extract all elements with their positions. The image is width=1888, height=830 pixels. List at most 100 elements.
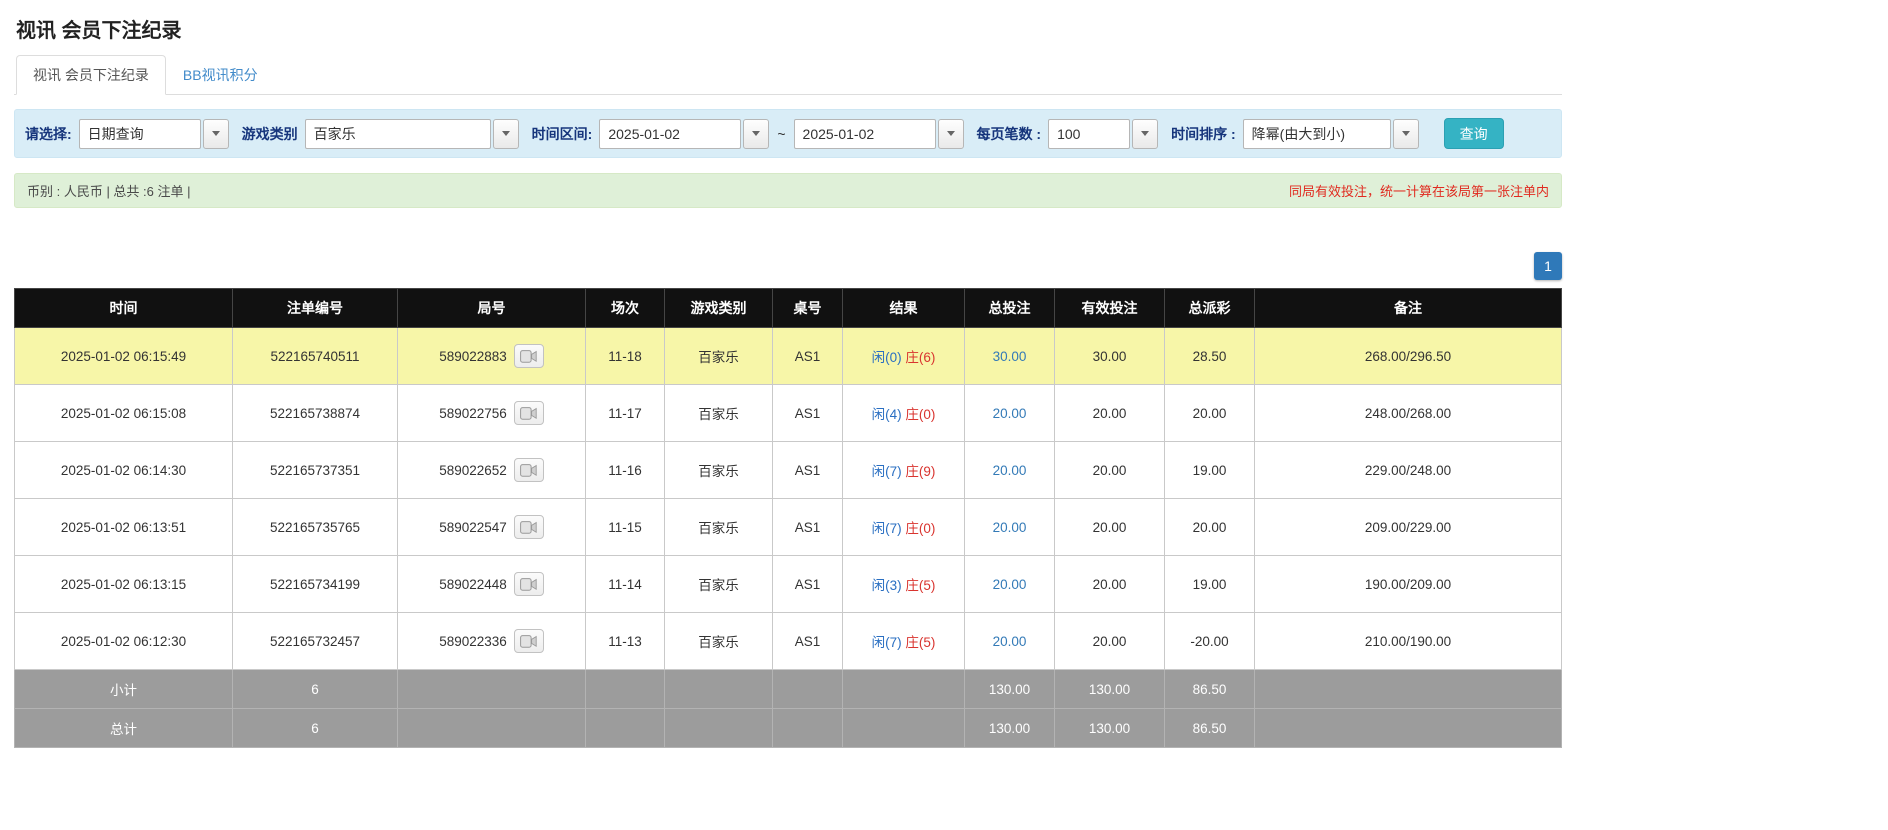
query-type-combobox	[79, 119, 229, 149]
round-replay-button[interactable]	[514, 572, 544, 596]
cell-session: 11-15	[586, 499, 665, 556]
cell-note: 209.00/229.00	[1255, 499, 1562, 556]
cell-session: 11-16	[586, 442, 665, 499]
round-id: 589022547	[439, 520, 507, 535]
cell-result: 闲(7) 庄(9)	[843, 442, 965, 499]
total-cell: 130.00	[965, 709, 1055, 748]
total-cell	[843, 709, 965, 748]
result-banker: 庄(0)	[905, 407, 935, 422]
cell-round: 589022756	[398, 385, 586, 442]
cell-table-id: AS1	[773, 499, 843, 556]
cell-round: 589022652	[398, 442, 586, 499]
page-size-combobox	[1048, 119, 1158, 149]
round-replay-button[interactable]	[514, 458, 544, 482]
total-bet-link[interactable]: 20.00	[993, 634, 1027, 649]
total-cell	[665, 709, 773, 748]
sort-order-dropdown-button[interactable]	[1393, 119, 1419, 149]
round-replay-button[interactable]	[514, 401, 544, 425]
records-table: 时间注单编号局号场次游戏类别桌号结果总投注有效投注总派彩备注 2025-01-0…	[14, 288, 1562, 748]
cell-round: 589022448	[398, 556, 586, 613]
cell-valid-bet: 20.00	[1055, 556, 1165, 613]
page-size-input[interactable]	[1048, 119, 1130, 149]
cell-round: 589022547	[398, 499, 586, 556]
column-header: 桌号	[773, 289, 843, 328]
round-replay-button[interactable]	[514, 344, 544, 368]
column-header: 场次	[586, 289, 665, 328]
column-header: 总投注	[965, 289, 1055, 328]
page-size-group: 每页笔数 :	[977, 119, 1159, 149]
round-replay-button[interactable]	[514, 515, 544, 539]
cell-note: 210.00/190.00	[1255, 613, 1562, 670]
result-player: 闲(0)	[872, 350, 902, 365]
cell-game-type: 百家乐	[665, 613, 773, 670]
tab-bb-points[interactable]: BB视讯积分	[166, 55, 275, 95]
result-banker: 庄(5)	[905, 635, 935, 650]
result-player: 闲(3)	[872, 578, 902, 593]
cell-game-type: 百家乐	[665, 556, 773, 613]
filter-bar: 请选择: 游戏类别 时间区间: ~	[14, 109, 1562, 158]
chevron-down-icon	[752, 131, 760, 136]
game-type-dropdown-button[interactable]	[493, 119, 519, 149]
pagination-page-button[interactable]: 1	[1534, 252, 1562, 280]
cell-payout: 20.00	[1165, 499, 1255, 556]
cell-total-bet: 20.00	[965, 556, 1055, 613]
subtotal-cell: 86.50	[1165, 670, 1255, 709]
sort-order-input[interactable]	[1243, 119, 1391, 149]
subtotal-cell	[665, 670, 773, 709]
game-type-label: 游戏类别	[242, 124, 298, 144]
video-icon	[520, 521, 537, 534]
search-button[interactable]: 查询	[1444, 118, 1504, 149]
cell-table-id: AS1	[773, 442, 843, 499]
date-to-dropdown-button[interactable]	[938, 119, 964, 149]
game-type-input[interactable]	[305, 119, 491, 149]
cell-round: 589022883	[398, 328, 586, 385]
cell-session: 11-13	[586, 613, 665, 670]
video-icon	[520, 350, 537, 363]
date-from-dropdown-button[interactable]	[743, 119, 769, 149]
query-type-input[interactable]	[79, 119, 201, 149]
column-header: 局号	[398, 289, 586, 328]
summary-note: 同局有效投注，统一计算在该局第一张注单内	[1289, 181, 1549, 200]
chevron-down-icon	[1141, 131, 1149, 136]
round-id: 589022652	[439, 463, 507, 478]
column-header: 有效投注	[1055, 289, 1165, 328]
tab-betting-records[interactable]: 视讯 会员下注纪录	[16, 55, 166, 95]
cell-valid-bet: 20.00	[1055, 499, 1165, 556]
total-bet-link[interactable]: 20.00	[993, 577, 1027, 592]
cell-bet-id: 522165738874	[233, 385, 398, 442]
cell-game-type: 百家乐	[665, 328, 773, 385]
cell-bet-id: 522165740511	[233, 328, 398, 385]
total-bet-link[interactable]: 20.00	[993, 406, 1027, 421]
cell-time: 2025-01-02 06:13:15	[15, 556, 233, 613]
cell-game-type: 百家乐	[665, 442, 773, 499]
pagination: 1	[1534, 252, 1562, 280]
date-to-input[interactable]	[794, 119, 936, 149]
result-banker: 庄(9)	[905, 464, 935, 479]
table-row: 2025-01-02 06:12:30522165732457589022336…	[15, 613, 1562, 670]
page-size-dropdown-button[interactable]	[1132, 119, 1158, 149]
cell-session: 11-14	[586, 556, 665, 613]
cell-note: 190.00/209.00	[1255, 556, 1562, 613]
table-row: 2025-01-02 06:15:49522165740511589022883…	[15, 328, 1562, 385]
round-id: 589022448	[439, 577, 507, 592]
cell-table-id: AS1	[773, 328, 843, 385]
cell-result: 闲(7) 庄(0)	[843, 499, 965, 556]
total-bet-link[interactable]: 30.00	[993, 349, 1027, 364]
query-type-dropdown-button[interactable]	[203, 119, 229, 149]
total-cell: 86.50	[1165, 709, 1255, 748]
cell-valid-bet: 20.00	[1055, 442, 1165, 499]
cell-valid-bet: 30.00	[1055, 328, 1165, 385]
total-cell	[398, 709, 586, 748]
total-bet-link[interactable]: 20.00	[993, 520, 1027, 535]
column-header: 结果	[843, 289, 965, 328]
table-row: 2025-01-02 06:14:30522165737351589022652…	[15, 442, 1562, 499]
cell-note: 268.00/296.50	[1255, 328, 1562, 385]
chevron-down-icon	[212, 131, 220, 136]
video-icon	[520, 464, 537, 477]
date-from-input[interactable]	[599, 119, 741, 149]
cell-time: 2025-01-02 06:12:30	[15, 613, 233, 670]
total-bet-link[interactable]: 20.00	[993, 463, 1027, 478]
cell-time: 2025-01-02 06:15:08	[15, 385, 233, 442]
cell-time: 2025-01-02 06:13:51	[15, 499, 233, 556]
round-replay-button[interactable]	[514, 629, 544, 653]
